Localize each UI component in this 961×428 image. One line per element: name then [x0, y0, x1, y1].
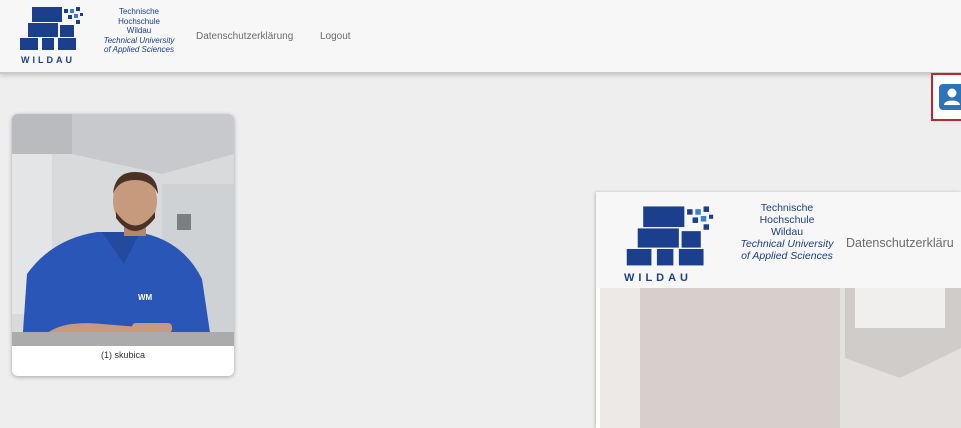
logo-line: of Applied Sciences — [104, 45, 174, 54]
user-button-highlight — [931, 73, 961, 121]
logo-line: Wildau — [770, 226, 804, 238]
logo-wordmark: WILDAU — [21, 55, 75, 65]
overlay-nav-link-privacy[interactable]: Datenschutzerkläru — [846, 236, 954, 250]
logo-line: Wildau — [126, 26, 152, 35]
participant-video: WM — [12, 114, 234, 346]
logo-line: Hochschule — [759, 214, 815, 226]
logo-text: Technische Hochschule Wildau Technical U… — [84, 7, 194, 55]
logo-line: of Applied Sciences — [741, 250, 833, 262]
svg-text:WM: WM — [138, 293, 153, 302]
participant-video-card[interactable]: WM (1) skubica — [12, 114, 234, 376]
logo-text: Technische Hochschule Wildau Technical U… — [712, 202, 862, 262]
top-navbar: Technische Hochschule Wildau Technical U… — [0, 0, 961, 74]
logo-wordmark: WILDAU — [624, 272, 692, 284]
overlay-video-preview — [600, 288, 961, 428]
logo-line: Technical University — [740, 238, 834, 250]
overlay-th-wildau-logo[interactable]: Technische Hochschule Wildau Technical U… — [624, 202, 834, 286]
th-logo-mark-icon — [626, 206, 714, 266]
logo-line: Technische — [118, 7, 160, 16]
nav-link-privacy[interactable]: Datenschutzerklärung — [196, 31, 293, 42]
overlay-window: Technische Hochschule Wildau Technical U… — [596, 192, 961, 428]
logo-line: Hochschule — [118, 16, 160, 26]
th-logo-mark-icon — [20, 7, 83, 50]
participant-name: (1) skubica — [100, 350, 145, 360]
logo-line: Technische — [760, 202, 814, 214]
logo-line: Technical University — [103, 35, 175, 45]
user-icon — [944, 88, 960, 105]
nav-link-logout[interactable]: Logout — [320, 31, 351, 42]
user-menu-button[interactable] — [939, 84, 961, 110]
th-wildau-logo[interactable]: Technische Hochschule Wildau Technical U… — [18, 5, 178, 67]
overlay-navbar: Technische Hochschule Wildau Technical U… — [596, 192, 961, 288]
